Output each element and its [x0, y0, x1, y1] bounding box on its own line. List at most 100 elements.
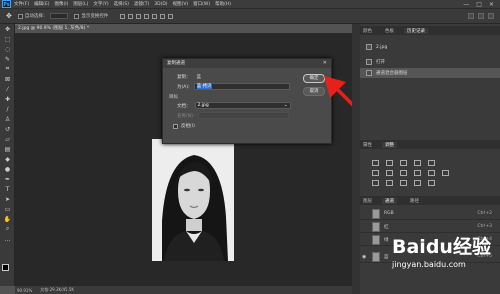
color-history-tabs: 颜色 色板 历史记录: [360, 26, 500, 35]
hand-tool-icon[interactable]: ✋: [0, 214, 15, 224]
align-center-icon[interactable]: [152, 13, 158, 19]
document-image[interactable]: [152, 139, 234, 261]
tab-swatches[interactable]: 色板: [382, 28, 394, 34]
auto-select-checkbox[interactable]: [17, 13, 23, 19]
more-tools-icon[interactable]: …: [0, 234, 15, 244]
history-item-selected[interactable]: 通道混合器图层: [360, 68, 500, 78]
type-tool-icon[interactable]: T: [0, 184, 15, 194]
maximize-button[interactable]: □: [476, 1, 482, 8]
tab-history[interactable]: 历史记录: [404, 27, 428, 34]
search-icon[interactable]: [468, 13, 474, 19]
menu-file[interactable]: 文件(F): [14, 1, 29, 7]
menu-image[interactable]: 图像(I): [54, 1, 68, 7]
hue-saturation-icon[interactable]: [372, 170, 379, 176]
tab-adjustments[interactable]: 调整: [382, 141, 397, 148]
minimize-button[interactable]: —: [463, 1, 469, 8]
tab-channels[interactable]: 通道: [382, 197, 397, 204]
align-bottom-icon[interactable]: [136, 13, 142, 19]
channel-thumbnail: [372, 234, 380, 245]
eyedropper-tool-icon[interactable]: ⁄: [0, 84, 15, 94]
gradient-map-icon[interactable]: [414, 180, 421, 186]
history-item-label: 打开: [376, 60, 385, 65]
tab-paths[interactable]: 路径: [407, 198, 419, 204]
menu-layer[interactable]: 图层(L): [73, 1, 88, 7]
invert-row[interactable]: 反相(I): [173, 123, 195, 129]
close-button[interactable]: ✕: [489, 1, 494, 8]
share-icon[interactable]: [488, 13, 494, 19]
show-transform-checkbox[interactable]: [74, 13, 80, 19]
color-balance-icon[interactable]: [386, 170, 393, 176]
exposure-icon[interactable]: [414, 160, 421, 166]
history-brush-tool-icon[interactable]: ↺: [0, 124, 15, 134]
photo-filter-icon[interactable]: [414, 170, 421, 176]
brightness-contrast-icon[interactable]: [372, 160, 379, 166]
menu-type[interactable]: 文字(Y): [93, 1, 108, 7]
quick-select-tool-icon[interactable]: ✎: [0, 54, 15, 64]
document-select[interactable]: 2.jpg ⌄: [194, 102, 291, 109]
channel-row-rgb[interactable]: RGB Ctrl+2: [360, 208, 500, 220]
frame-tool-icon[interactable]: ⊠: [0, 74, 15, 84]
tab-color[interactable]: 颜色: [360, 28, 372, 34]
zoom-level[interactable]: 90.91%: [17, 288, 32, 293]
menu-view[interactable]: 视图(V): [173, 1, 189, 7]
tab-layers[interactable]: 图层: [360, 198, 372, 204]
align-middle-icon[interactable]: [128, 13, 134, 19]
visibility-eye-icon[interactable]: ◉: [362, 254, 368, 260]
invert-checkbox[interactable]: [173, 123, 178, 129]
menu-select[interactable]: 选择(S): [114, 1, 129, 7]
document-tab[interactable]: 2.jpg @ 90.9% (图层 1, 灰色/8) *: [15, 24, 89, 33]
history-snapshot[interactable]: 2.jpg: [360, 42, 500, 52]
marquee-tool-icon[interactable]: ⬚: [0, 34, 15, 44]
zoom-tool-icon[interactable]: ⌕: [0, 224, 15, 234]
auto-select-dropdown[interactable]: [50, 13, 69, 19]
document-select-value: 2.jpg: [197, 103, 209, 108]
pen-tool-icon[interactable]: ✒: [0, 174, 15, 184]
dodge-tool-icon[interactable]: ●: [0, 164, 15, 174]
path-select-tool-icon[interactable]: ➤: [0, 194, 15, 204]
gradient-tool-icon[interactable]: ▤: [0, 144, 15, 154]
channel-name: RGB: [384, 211, 394, 216]
channel-mixer-icon[interactable]: [428, 170, 435, 176]
show-transform-option[interactable]: 显示变换控件: [74, 13, 108, 19]
align-right-icon[interactable]: [160, 13, 166, 19]
menu-filter[interactable]: 滤镜(T): [134, 1, 149, 7]
auto-select-option[interactable]: 自动选择：: [17, 13, 69, 19]
eraser-tool-icon[interactable]: ▱: [0, 134, 15, 144]
lasso-tool-icon[interactable]: ◌: [0, 44, 15, 54]
color-lookup-icon[interactable]: [442, 170, 449, 176]
history-item[interactable]: 打开: [360, 57, 500, 67]
channel-name-input[interactable]: 蓝 拷贝: [193, 83, 290, 90]
black-white-icon[interactable]: [400, 170, 407, 176]
foreground-color-swatch[interactable]: [2, 264, 9, 271]
name-input[interactable]: [198, 112, 290, 119]
close-icon[interactable]: ✕: [323, 59, 327, 68]
levels-icon[interactable]: [386, 160, 393, 166]
threshold-icon[interactable]: [400, 180, 407, 186]
vibrance-icon[interactable]: [428, 160, 435, 166]
invert-icon[interactable]: [372, 180, 379, 186]
menu-window[interactable]: 窗口(W): [193, 1, 210, 7]
stamp-tool-icon[interactable]: ♙: [0, 114, 15, 124]
channel-thumbnail: [372, 208, 380, 219]
menu-help[interactable]: 帮助(H): [215, 1, 231, 7]
posterize-icon[interactable]: [386, 180, 393, 186]
move-tool-icon[interactable]: ✥: [6, 12, 12, 20]
tab-properties[interactable]: 属性: [360, 142, 372, 148]
align-top-icon[interactable]: [120, 13, 126, 19]
distribute-icon[interactable]: [168, 13, 174, 19]
selective-color-icon[interactable]: [428, 180, 435, 186]
as-label: 为(A):: [177, 84, 190, 90]
move-tool-icon[interactable]: ✥: [0, 24, 15, 34]
crop-tool-icon[interactable]: ⌗: [0, 64, 15, 74]
workspace-icon[interactable]: [478, 13, 484, 19]
blur-tool-icon[interactable]: ◆: [0, 154, 15, 164]
brush-tool-icon[interactable]: ∕: [0, 104, 15, 114]
healing-tool-icon[interactable]: ✚: [0, 94, 15, 104]
menu-3d[interactable]: 3D(D): [154, 2, 167, 7]
curves-icon[interactable]: [400, 160, 407, 166]
duplicate-channel-dialog: 复制通道 ✕ 复制： 蓝 为(A): 蓝 拷贝 目标 文档： 2.jpg ⌄ 名…: [162, 58, 332, 144]
align-left-icon[interactable]: [144, 13, 150, 19]
menu-edit[interactable]: 编辑(E): [34, 1, 49, 7]
shape-tool-icon[interactable]: ▭: [0, 204, 15, 214]
dialog-title: 复制通道: [167, 61, 185, 66]
